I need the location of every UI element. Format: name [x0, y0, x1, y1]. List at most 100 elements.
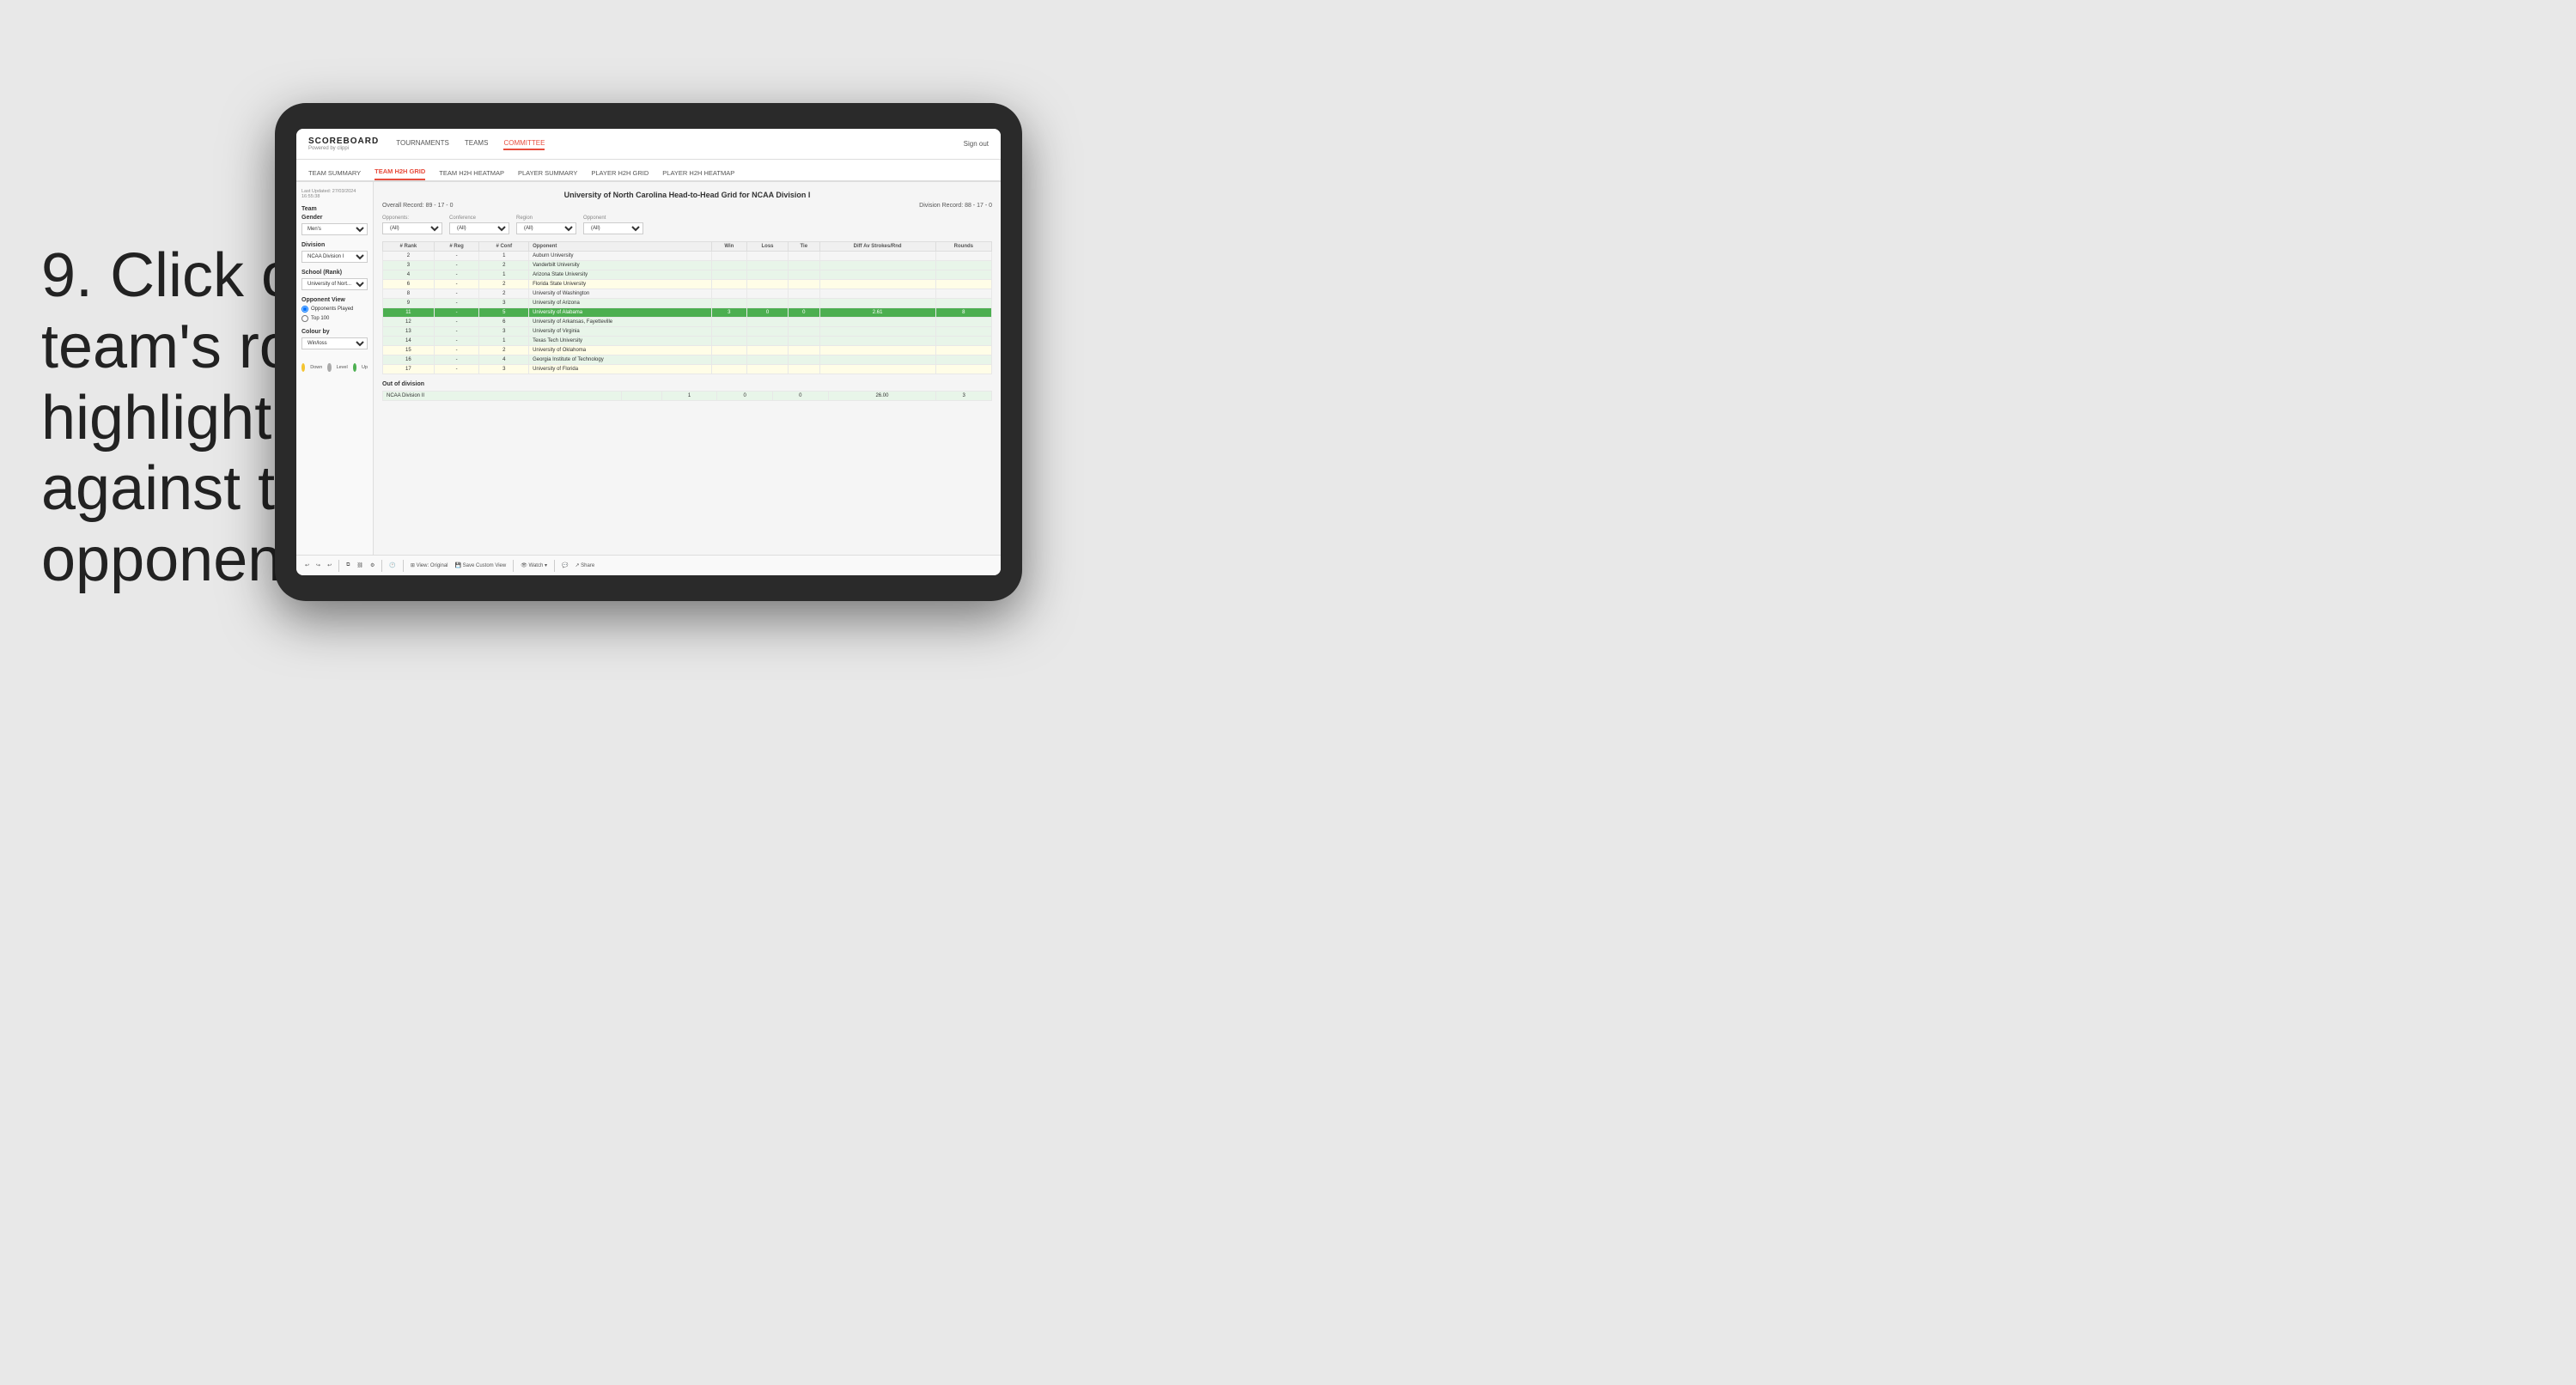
table-row[interactable]: 6-2Florida State University [383, 280, 992, 289]
level-label: Level [337, 365, 348, 370]
nav-teams[interactable]: TEAMS [465, 137, 489, 150]
cell-reg: - [434, 365, 479, 374]
cell-conf: 4 [479, 355, 529, 365]
undo-btn[interactable]: ↩ [305, 562, 309, 568]
team-label: Team [301, 206, 368, 212]
division-select[interactable]: NCAA Division I [301, 251, 368, 263]
out-of-division-row[interactable]: NCAA Division II 1 0 0 26.00 3 [383, 392, 992, 401]
ood-tie: 0 [772, 392, 828, 401]
opponents-select[interactable]: (All) [382, 222, 442, 234]
nav-committee[interactable]: COMMITTEE [503, 137, 545, 150]
cell-rank: 4 [383, 270, 435, 280]
cell-loss [747, 365, 789, 374]
table-header-row: # Rank # Reg # Conf Opponent Win Loss Ti… [383, 242, 992, 252]
cell-rank: 14 [383, 337, 435, 346]
cell-reg: - [434, 280, 479, 289]
table-row[interactable]: 13-3University of Virginia [383, 327, 992, 337]
opponent-select[interactable]: (All) [583, 222, 643, 234]
cell-rank: 15 [383, 346, 435, 355]
tab-team-h2h-heatmap[interactable]: TEAM H2H HEATMAP [439, 169, 504, 180]
col-opponent: Opponent [529, 242, 711, 252]
grid-title: University of North Carolina Head-to-Hea… [382, 191, 992, 199]
cell-diff [819, 365, 935, 374]
cell-diff: 2.61 [819, 308, 935, 318]
gender-select[interactable]: Men's [301, 223, 368, 235]
cell-conf: 3 [479, 365, 529, 374]
down-dot [301, 363, 305, 372]
cell-loss [747, 337, 789, 346]
tab-player-summary[interactable]: PLAYER SUMMARY [518, 169, 577, 180]
table-row[interactable]: 2-1Auburn University [383, 252, 992, 261]
table-row[interactable]: 17-3University of Florida [383, 365, 992, 374]
settings-btn[interactable]: ⚙ [370, 562, 375, 568]
last-updated: Last Updated: 27/03/2024 16:55:38 [301, 189, 368, 199]
redo-btn[interactable]: ↪ [316, 562, 320, 568]
tab-team-h2h-grid[interactable]: TEAM H2H GRID [375, 167, 425, 180]
grid-records: Overall Record: 89 - 17 - 0 Division Rec… [382, 203, 992, 209]
cell-win [711, 327, 747, 337]
tab-player-h2h-heatmap[interactable]: PLAYER H2H HEATMAP [662, 169, 734, 180]
col-diff: Diff Av Strokes/Rnd [819, 242, 935, 252]
colour-by-select[interactable]: Win/loss [301, 337, 368, 349]
cell-opponent: University of Virginia [529, 327, 711, 337]
table-row[interactable]: 11-5University of Alabama3002.618 [383, 308, 992, 318]
cell-opponent: Arizona State University [529, 270, 711, 280]
cell-diff [819, 346, 935, 355]
cell-rank: 6 [383, 280, 435, 289]
out-of-division-label: Out of division [382, 381, 992, 387]
cell-tie [788, 280, 819, 289]
col-rank: # Rank [383, 242, 435, 252]
cell-rank: 12 [383, 318, 435, 327]
top-nav: SCOREBOARD Powered by clippi TOURNAMENTS… [296, 129, 1001, 160]
cell-opponent: Auburn University [529, 252, 711, 261]
table-row[interactable]: 4-1Arizona State University [383, 270, 992, 280]
cell-conf: 1 [479, 252, 529, 261]
cell-loss [747, 346, 789, 355]
save-custom-btn[interactable]: 💾 Save Custom View [455, 562, 507, 568]
table-row[interactable]: 9-3University of Arizona [383, 299, 992, 308]
cell-rounds: 8 [935, 308, 991, 318]
link-btn[interactable]: ⛓ [356, 562, 363, 568]
table-row[interactable]: 8-2University of Washington [383, 289, 992, 299]
bottom-toolbar: ↩ ↪ ↩ ⧉ ⛓ ⚙ 🕐 ⊞ View: Original 💾 Save Cu… [296, 555, 1001, 575]
clock-btn[interactable]: 🕐 [389, 562, 395, 568]
cell-rank: 8 [383, 289, 435, 299]
school-label: School (Rank) [301, 270, 368, 276]
table-body: 2-1Auburn University3-2Vanderbilt Univer… [383, 252, 992, 374]
sign-out-button[interactable]: Sign out [964, 140, 989, 148]
table-row[interactable]: 12-6University of Arkansas, Fayetteville [383, 318, 992, 327]
table-row[interactable]: 14-1Texas Tech University [383, 337, 992, 346]
cell-rounds [935, 289, 991, 299]
cell-loss [747, 289, 789, 299]
table-row[interactable]: 16-4Georgia Institute of Technology [383, 355, 992, 365]
radio-top-100[interactable]: Top 100 [301, 315, 368, 322]
cell-rounds [935, 270, 991, 280]
share-btn[interactable]: ↗ Share [575, 562, 594, 568]
watch-btn[interactable]: 👁 Watch ▾ [521, 562, 547, 568]
main-content: Last Updated: 27/03/2024 16:55:38 Team G… [296, 182, 1001, 555]
back-btn[interactable]: ↩ [327, 562, 332, 568]
cell-rounds [935, 261, 991, 270]
cell-loss [747, 355, 789, 365]
tablet-screen: SCOREBOARD Powered by clippi TOURNAMENTS… [296, 129, 1001, 575]
cell-tie [788, 299, 819, 308]
tab-player-h2h-grid[interactable]: PLAYER H2H GRID [591, 169, 649, 180]
cell-win [711, 318, 747, 327]
view-original-btn[interactable]: ⊞ View: Original [411, 562, 448, 568]
down-label: Down [310, 365, 322, 370]
radio-opponents-played[interactable]: Opponents Played [301, 306, 368, 313]
ood-loss: 0 [717, 392, 773, 401]
comment-btn[interactable]: 💬 [562, 562, 568, 568]
school-select[interactable]: University of Nort... [301, 278, 368, 290]
copy-btn[interactable]: ⧉ [346, 562, 350, 568]
cell-reg: - [434, 308, 479, 318]
conference-select[interactable]: (All) [449, 222, 509, 234]
cell-win [711, 299, 747, 308]
region-select[interactable]: (All) [516, 222, 576, 234]
right-panel: University of North Carolina Head-to-Hea… [374, 182, 1001, 555]
table-row[interactable]: 3-2Vanderbilt University [383, 261, 992, 270]
table-row[interactable]: 15-2University of Oklahoma [383, 346, 992, 355]
tab-team-summary[interactable]: TEAM SUMMARY [308, 169, 361, 180]
cell-opponent: University of Alabama [529, 308, 711, 318]
nav-tournaments[interactable]: TOURNAMENTS [396, 137, 449, 150]
